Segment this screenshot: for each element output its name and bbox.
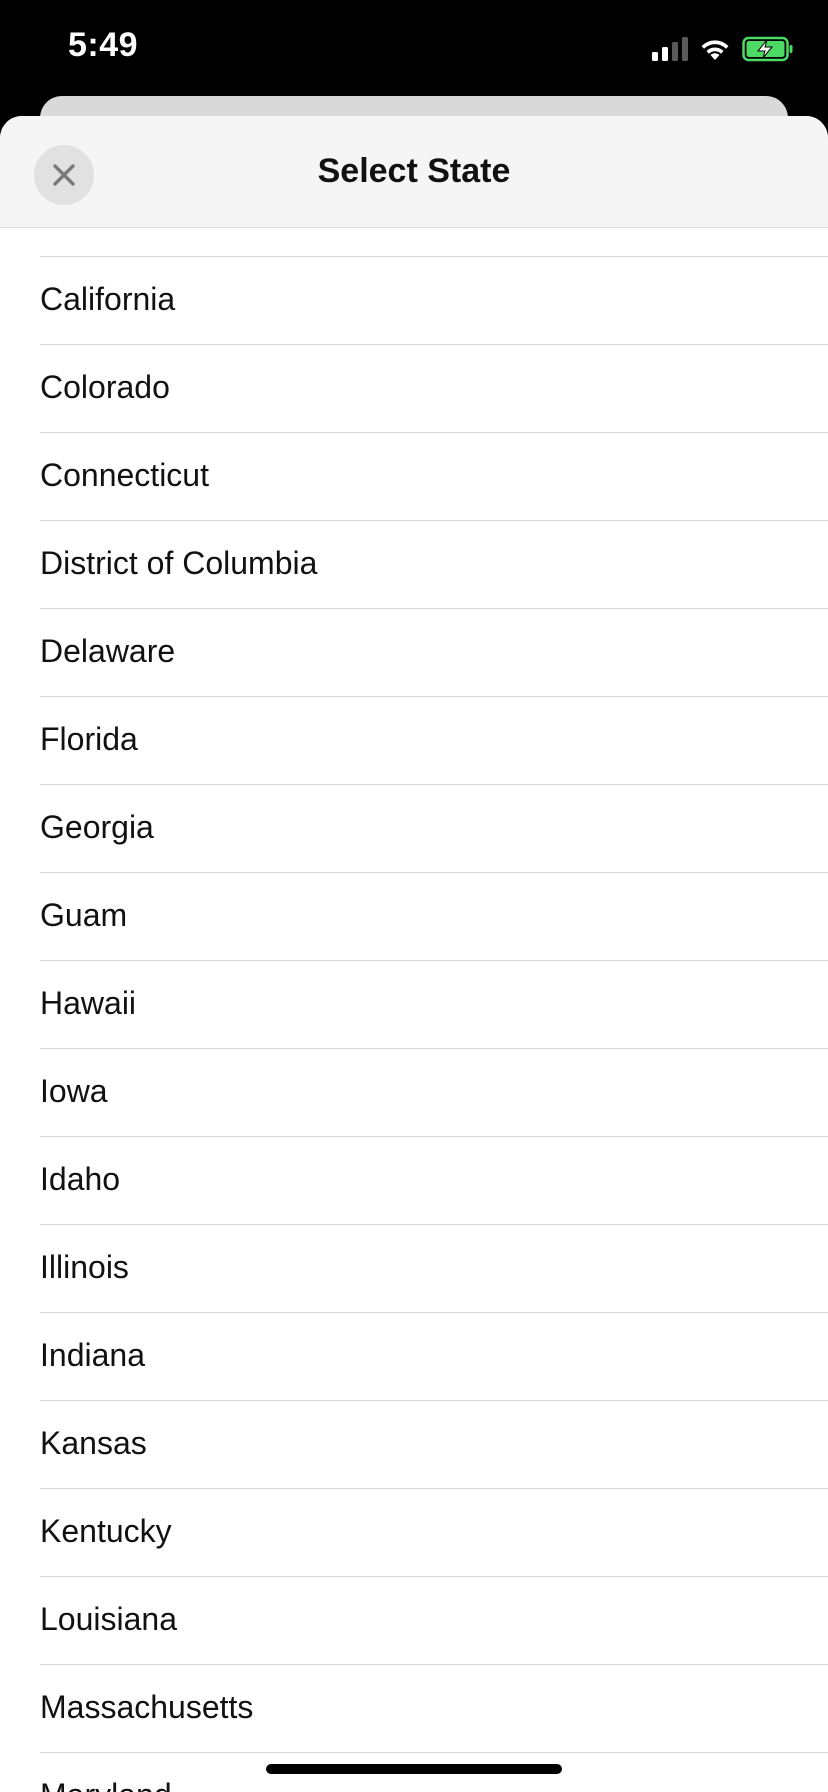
state-list-item[interactable]: Iowa [40,1049,828,1137]
state-label: District of Columbia [40,545,318,581]
wifi-icon [701,40,729,60]
state-label: Kansas [40,1425,147,1461]
state-label: Illinois [40,1249,129,1285]
state-label: Delaware [40,633,176,669]
state-list-item[interactable]: Florida [40,697,828,785]
sheet-header: Select State [0,116,828,228]
state-label: Florida [40,721,138,757]
state-label: California [40,281,176,317]
state-label: Louisiana [40,1601,177,1637]
state-list-item[interactable]: Guam [40,873,828,961]
state-list-item[interactable]: Connecticut [40,433,828,521]
state-list-item[interactable]: Colorado [40,345,828,433]
state-label: Maryland [40,1777,172,1792]
state-list-item[interactable]: Kentucky [40,1489,828,1577]
status-icons [652,36,794,62]
state-list-item[interactable]: District of Columbia [40,521,828,609]
state-label: Kentucky [40,1513,172,1549]
state-list-item[interactable]: Hawaii [40,961,828,1049]
state-label: Connecticut [40,457,209,493]
battery-charging-icon [742,36,793,62]
home-indicator [266,1764,562,1774]
screen: 5:49 ArizonaCaliforniaColoradoConn [0,0,828,1792]
state-list-item[interactable]: Georgia [40,785,828,873]
status-time: 5:49 [68,26,139,64]
select-state-sheet: ArizonaCaliforniaColoradoConnecticutDist… [0,116,828,1792]
state-label: Indiana [40,1337,145,1373]
state-list-item[interactable]: Idaho [40,1137,828,1225]
sheet-title: Select State [317,152,511,190]
state-label: Iowa [40,1073,108,1109]
state-list-item[interactable]: Louisiana [40,1577,828,1665]
state-label: Idaho [40,1161,121,1197]
state-label: Guam [40,897,128,933]
state-list-item[interactable]: Indiana [40,1313,828,1401]
signal-icon [652,37,688,61]
state-list-item[interactable]: California [40,257,828,345]
state-label: Colorado [40,369,170,405]
state-list-item[interactable]: Kansas [40,1401,828,1489]
state-list-item[interactable]: Delaware [40,609,828,697]
state-label: Massachusetts [40,1689,254,1725]
state-label: Georgia [40,809,154,845]
state-list-item[interactable]: Illinois [40,1225,828,1313]
state-list-item[interactable]: Massachusetts [40,1665,828,1753]
state-label: Hawaii [40,985,137,1021]
status-bar: 5:49 [0,0,828,100]
